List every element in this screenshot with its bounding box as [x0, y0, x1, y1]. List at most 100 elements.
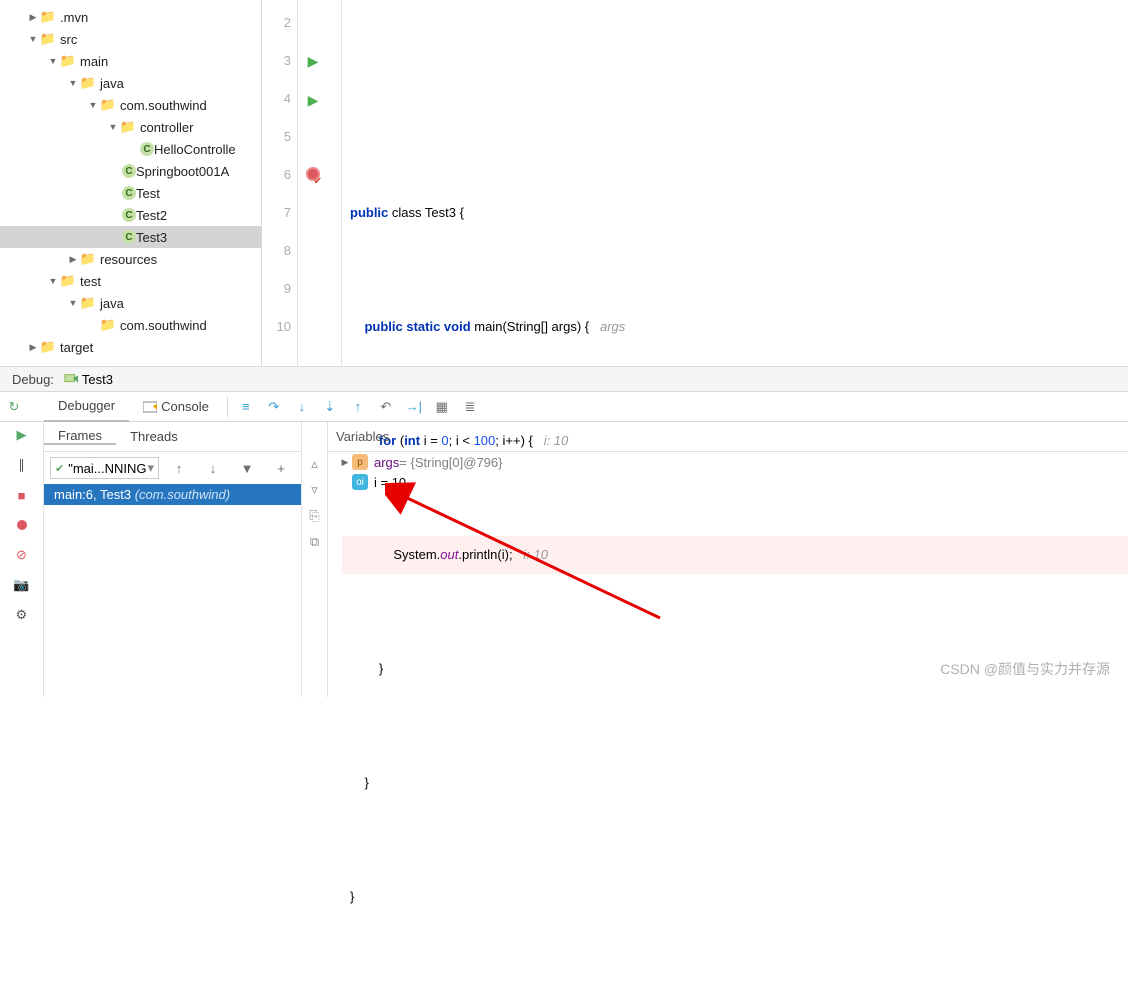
run-gutter[interactable]: ▶ ▶ ✔	[298, 0, 328, 366]
source-folder-icon: 📁	[80, 75, 96, 91]
tree-item-test3[interactable]: CTest3	[0, 226, 261, 248]
variables-header: Variables	[328, 422, 1128, 452]
view-breakpoints-icon[interactable]	[13, 516, 31, 534]
project-tree[interactable]: ▶📁.mvn ▼📁src ▼📁main ▼📁java ▼📁com.southwi…	[0, 0, 262, 366]
class-icon: C	[122, 230, 136, 244]
chevron-down-icon: ▼	[68, 78, 78, 88]
chevron-down-icon: ▼	[108, 122, 118, 132]
tree-item-test-folder[interactable]: ▼📁test	[0, 270, 261, 292]
stop-icon[interactable]: ■	[13, 486, 31, 504]
code-area[interactable]: public class Test3 { public static void …	[342, 0, 1128, 366]
prev-frame-icon[interactable]: ↑	[167, 456, 191, 480]
run-to-cursor-icon[interactable]: →|	[402, 395, 426, 419]
expand-icon[interactable]: ▵	[311, 456, 318, 472]
step-out-icon[interactable]: ↑	[346, 395, 370, 419]
tree-item-test-pkg[interactable]: 📁com.southwind	[0, 314, 261, 336]
chevron-right-icon: ▶	[340, 457, 350, 468]
tree-item-src[interactable]: ▼📁src	[0, 28, 261, 50]
package-icon: 📁	[100, 317, 116, 333]
chevron-down-icon: ▼	[28, 34, 38, 44]
run-config-icon	[64, 372, 78, 386]
console-icon	[143, 400, 157, 414]
collapse-icon[interactable]: ▿	[311, 482, 318, 498]
class-icon: C	[122, 164, 136, 178]
copy-icon[interactable]: ⎘	[309, 508, 319, 524]
tree-item-java[interactable]: ▼📁java	[0, 72, 261, 94]
tab-console[interactable]: Console	[129, 392, 223, 422]
run-icon[interactable]: ▶	[308, 53, 319, 69]
variable-row[interactable]: ▶ p args = {String[0]@796}	[328, 452, 1128, 472]
folder-icon: 📁	[40, 31, 56, 47]
tab-debugger[interactable]: Debugger	[44, 392, 129, 422]
package-icon: 📁	[120, 119, 136, 135]
chevron-down-icon: ▼	[68, 298, 78, 308]
watermark: CSDN @颜值与实力并存源	[940, 659, 1110, 679]
step-over-icon[interactable]: ↷	[262, 395, 286, 419]
trace-icon[interactable]: ≣	[458, 395, 482, 419]
pause-icon[interactable]: ∥	[13, 456, 31, 474]
tree-item-resources[interactable]: ▶📁resources	[0, 248, 261, 270]
check-icon: ✔	[55, 462, 64, 475]
step-into-icon[interactable]: ↓	[290, 395, 314, 419]
frames-tab[interactable]: Frames	[44, 428, 116, 445]
inlay-hint: args	[589, 319, 625, 334]
resume-icon[interactable]: ▶	[13, 426, 31, 444]
frames-side-controls: ▵ ▿ ⎘ ⧉	[302, 422, 328, 697]
debug-label: Debug:	[12, 372, 54, 387]
tree-item-controller[interactable]: ▼📁controller	[0, 116, 261, 138]
evaluate-icon[interactable]: ▦	[430, 395, 454, 419]
next-frame-icon[interactable]: ↓	[201, 456, 225, 480]
stack-frame[interactable]: main:6, Test3 (com.southwind)	[44, 484, 301, 505]
tree-item-test2[interactable]: CTest2	[0, 204, 261, 226]
chevron-down-icon: ▼	[48, 276, 58, 286]
settings-icon[interactable]: ⚙	[13, 606, 31, 624]
check-icon: ✔	[314, 163, 322, 201]
resources-folder-icon: 📁	[80, 251, 96, 267]
tree-item-test[interactable]: CTest	[0, 182, 261, 204]
variable-row[interactable]: oi i = 10	[328, 472, 1128, 492]
chevron-right-icon: ▶	[28, 12, 38, 23]
drop-frame-icon[interactable]: ↶	[374, 395, 398, 419]
fold-gutter	[328, 0, 342, 366]
breakpoint-icon[interactable]: ✔	[306, 167, 320, 181]
folder-icon: 📁	[40, 9, 56, 25]
package-icon: 📁	[100, 97, 116, 113]
rerun-icon[interactable]: ↻	[2, 395, 26, 419]
tree-item-mvn[interactable]: ▶📁.mvn	[0, 6, 261, 28]
chevron-right-icon: ▶	[28, 342, 38, 353]
debug-config-name[interactable]: Test3	[82, 372, 113, 387]
tree-item-package[interactable]: ▼📁com.southwind	[0, 94, 261, 116]
tree-item-target[interactable]: ▶📁target	[0, 336, 261, 358]
class-icon: C	[122, 208, 136, 222]
frames-panel: Frames Threads ✔"mai...NNING▾ ↑ ↓ ▼ + ma…	[44, 422, 302, 697]
chevron-down-icon: ▼	[48, 56, 58, 66]
tree-item-app[interactable]: CSpringboot001A	[0, 160, 261, 182]
thread-selector[interactable]: ✔"mai...NNING▾	[50, 457, 159, 479]
tree-item-main[interactable]: ▼📁main	[0, 50, 261, 72]
run-icon[interactable]: ▶	[308, 92, 319, 108]
test-folder-icon: 📁	[80, 295, 96, 311]
threads-tab[interactable]: Threads	[116, 429, 192, 444]
force-step-into-icon[interactable]: ⇣	[318, 395, 342, 419]
mute-breakpoints-icon[interactable]: ⊘	[13, 546, 31, 564]
tree-item-hello[interactable]: CHelloControlle	[0, 138, 261, 160]
class-icon: C	[140, 142, 154, 156]
chevron-down-icon: ▾	[147, 460, 154, 476]
filter-icon[interactable]: ▼	[235, 456, 259, 480]
link-icon[interactable]: ⧉	[310, 534, 319, 550]
code-editor[interactable]: 2345678910 ▶ ▶ ✔ public class Test3 { pu…	[262, 0, 1128, 366]
show-execution-point-icon[interactable]: ≡	[234, 395, 258, 419]
folder-icon: 📁	[60, 273, 76, 289]
tree-item-test-java[interactable]: ▼📁java	[0, 292, 261, 314]
folder-icon: 📁	[60, 53, 76, 69]
chevron-right-icon: ▶	[68, 254, 78, 265]
line-number-gutter: 2345678910	[262, 0, 298, 366]
variables-panel: Variables ▶ p args = {String[0]@796} oi …	[328, 422, 1128, 697]
class-icon: C	[122, 186, 136, 200]
target-folder-icon: 📁	[40, 339, 56, 355]
debug-side-controls: ▶ ∥ ■ ⊘ 📷 ⚙	[0, 422, 44, 697]
add-icon[interactable]: +	[269, 456, 293, 480]
int-icon: oi	[352, 474, 368, 490]
chevron-down-icon: ▼	[88, 100, 98, 110]
camera-icon[interactable]: 📷	[13, 576, 31, 594]
